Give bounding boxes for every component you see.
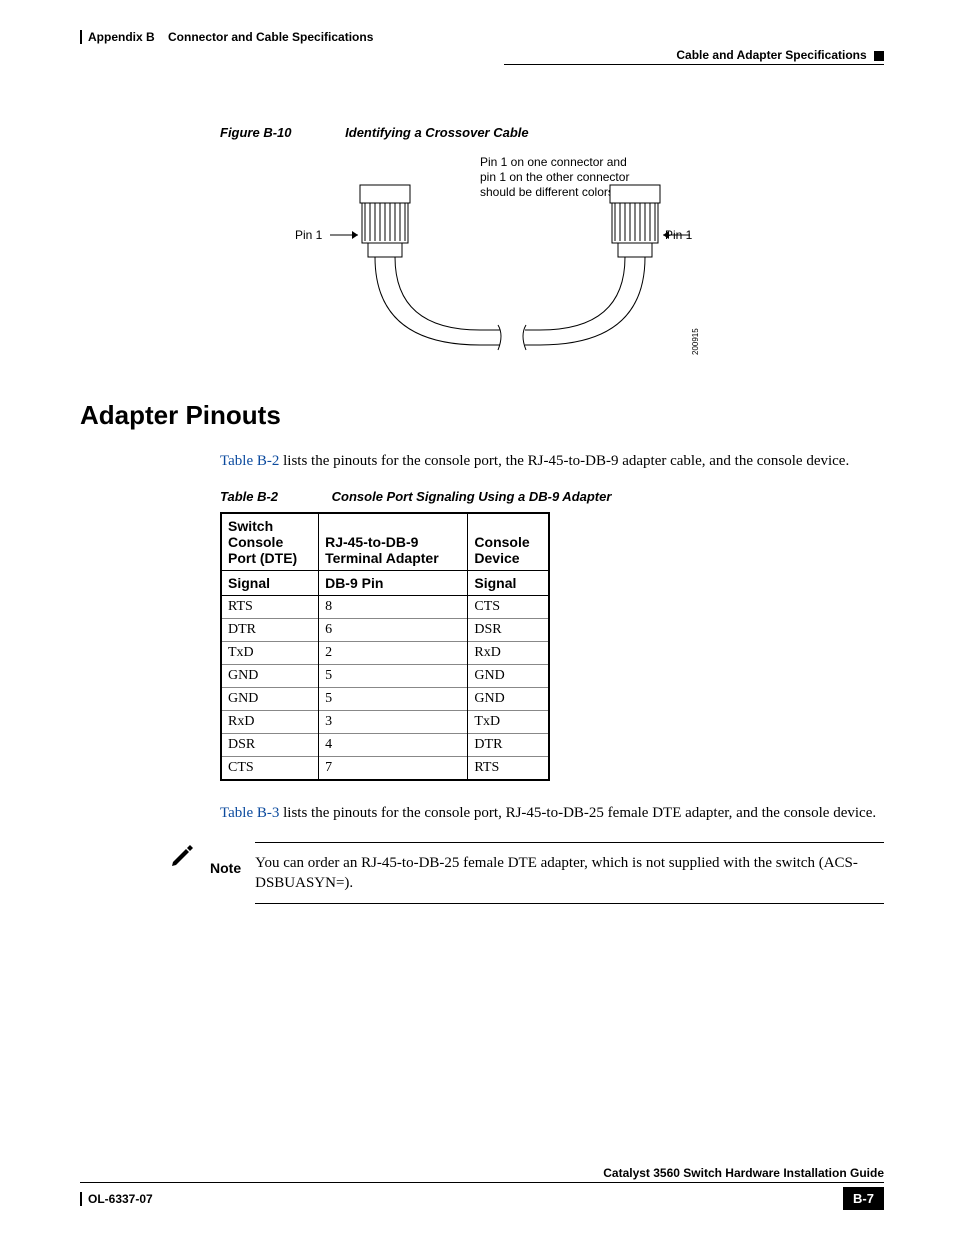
footer-guide-title: Catalyst 3560 Switch Hardware Installati… — [80, 1166, 884, 1183]
col2-header: RJ-45-to-DB-9 Terminal Adapter — [319, 513, 468, 571]
footer-docnum: OL-6337-07 — [80, 1192, 153, 1206]
appendix-title: Connector and Cable Specifications — [168, 30, 373, 44]
header-left: Appendix B Connector and Cable Specifica… — [80, 30, 373, 44]
table-row: CTS7RTS — [221, 757, 549, 781]
table-b2-link[interactable]: Table B-2 — [220, 453, 279, 469]
table-row: GND5GND — [221, 688, 549, 711]
figure-caption: Figure B-10 Identifying a Crossover Cabl… — [220, 125, 884, 140]
col1-subheader: Signal — [221, 571, 319, 596]
note-text: You can order an RJ-45-to-DB-25 female D… — [255, 842, 884, 905]
crossover-cable-illustration: 200915 — [280, 155, 800, 375]
pinout-table: Switch Console Port (DTE) RJ-45-to-DB-9 … — [220, 512, 550, 781]
header-marker-icon — [874, 51, 884, 61]
appendix-label: Appendix B — [88, 30, 155, 44]
table-row: RxD3TxD — [221, 711, 549, 734]
table-caption: Table B-2 Console Port Signaling Using a… — [220, 489, 884, 504]
svg-text:200915: 200915 — [691, 328, 700, 355]
figure-diagram: Pin 1 on one connector and pin 1 on the … — [220, 155, 884, 375]
footer-pagenum: B-7 — [843, 1187, 884, 1210]
intro-paragraph: Table B-2 lists the pinouts for the cons… — [220, 451, 884, 471]
header-divider — [504, 64, 884, 65]
table-row: TxD2RxD — [221, 642, 549, 665]
table-title: Console Port Signaling Using a DB-9 Adap… — [332, 489, 612, 504]
table-row: DSR4DTR — [221, 734, 549, 757]
col1-header: Switch Console Port (DTE) — [221, 513, 319, 571]
col3-subheader: Signal — [468, 571, 549, 596]
second-paragraph: Table B-3 lists the pinouts for the cons… — [220, 803, 884, 823]
section-heading: Adapter Pinouts — [80, 400, 884, 431]
header-right: Cable and Adapter Specifications — [504, 48, 884, 62]
table-row: DTR6DSR — [221, 619, 549, 642]
figure-title: Identifying a Crossover Cable — [345, 125, 529, 140]
note-pencil-icon — [170, 842, 196, 873]
figure-number: Figure B-10 — [220, 125, 292, 140]
note-block: Note You can order an RJ-45-to-DB-25 fem… — [170, 842, 884, 905]
col3-header: Console Device — [468, 513, 549, 571]
col2-subheader: DB-9 Pin — [319, 571, 468, 596]
table-row: GND5GND — [221, 665, 549, 688]
section-breadcrumb: Cable and Adapter Specifications — [676, 48, 866, 62]
page-footer: Catalyst 3560 Switch Hardware Installati… — [80, 1166, 884, 1210]
note-label: Note — [210, 860, 241, 876]
page-header: Appendix B Connector and Cable Specifica… — [80, 30, 884, 65]
table-row: RTS8CTS — [221, 596, 549, 619]
table-number: Table B-2 — [220, 489, 278, 504]
table-b3-link[interactable]: Table B-3 — [220, 805, 279, 821]
